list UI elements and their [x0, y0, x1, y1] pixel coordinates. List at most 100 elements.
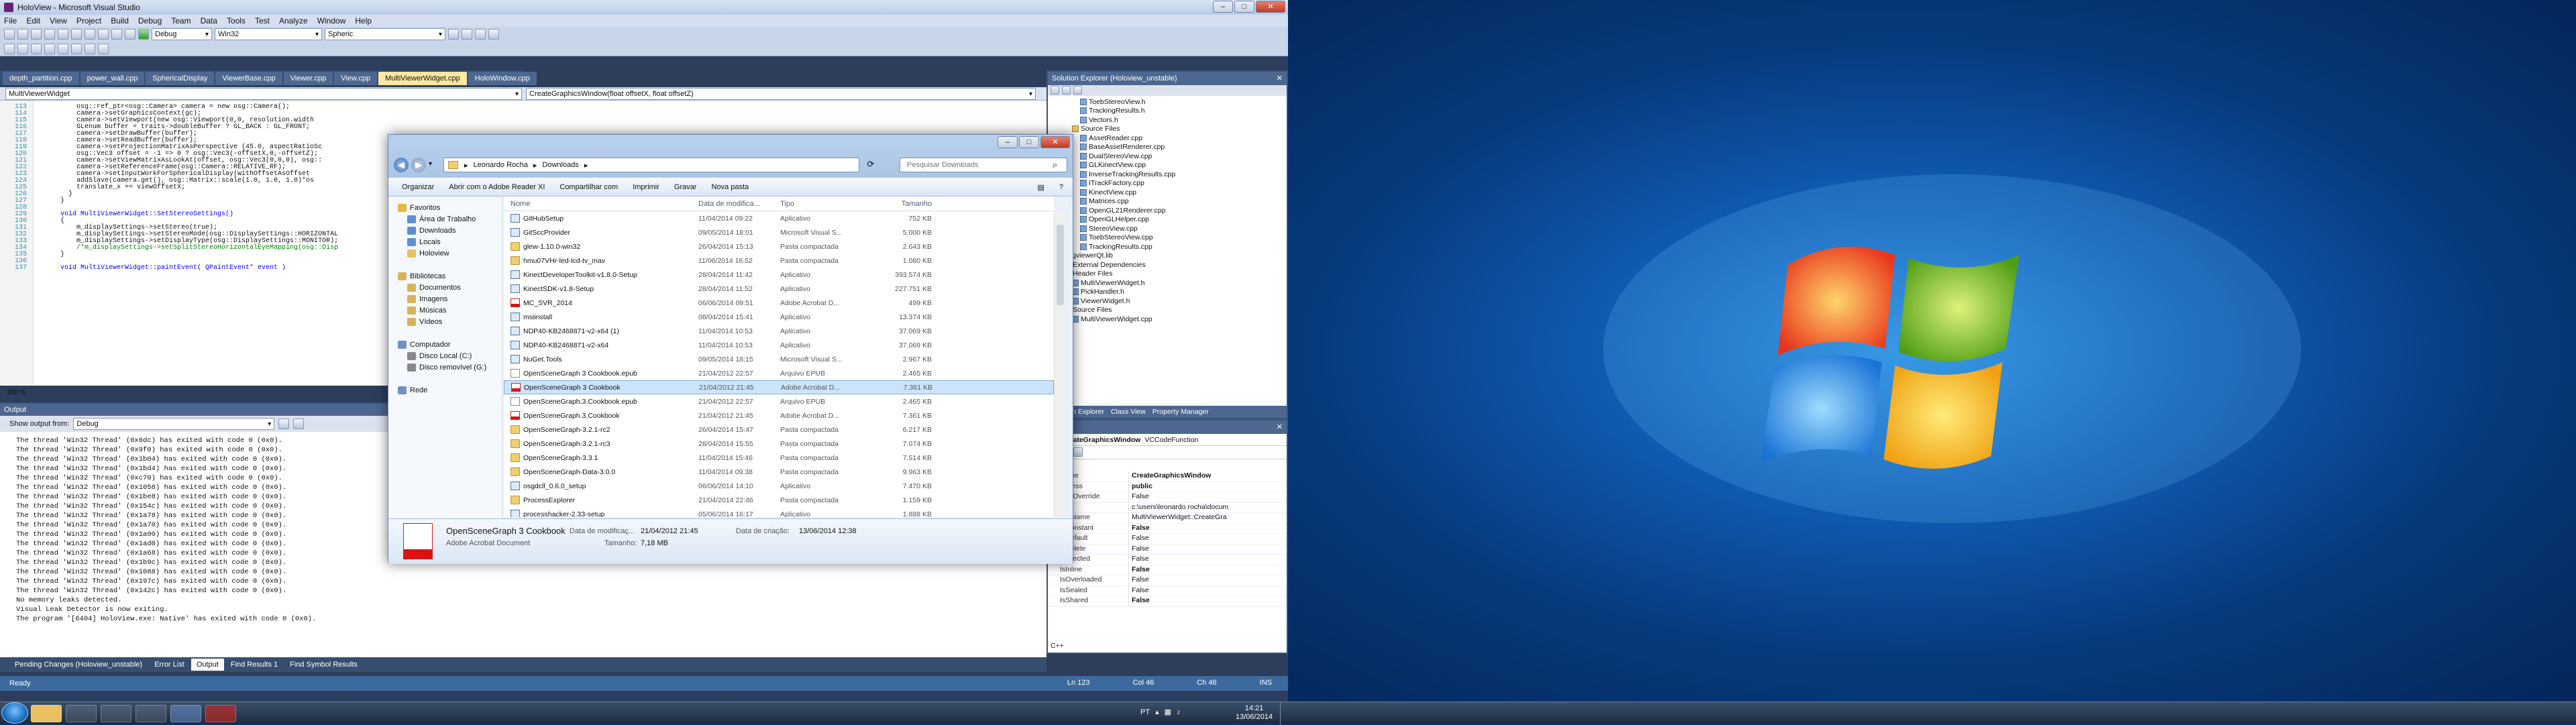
new-project-icon[interactable]	[4, 29, 15, 40]
column-header[interactable]: Tamanho	[873, 200, 932, 208]
command-abrir-com-o-adobe-reader-xi[interactable]: Abrir com o Adobe Reader XI	[449, 183, 545, 191]
file-row[interactable]: NuGet.Tools 09/05/2014 18:15 Microsoft Vis…	[504, 352, 1054, 366]
tree-item[interactable]: OpenGLHelper.cpp	[1048, 215, 1279, 225]
menu-item-debug[interactable]: Debug	[138, 16, 162, 25]
tree-item[interactable]: ToebStereoView.h	[1048, 97, 1279, 107]
refresh-icon[interactable]	[1073, 86, 1082, 95]
bottom-tab[interactable]: Error List	[149, 659, 190, 671]
maximize-button[interactable]: □	[1234, 1, 1254, 13]
back-button[interactable]: ◀	[394, 158, 409, 172]
nav-item[interactable]: Área de Trabalho	[407, 213, 476, 225]
property-row[interactable]: IsDeleteFalse	[1048, 544, 1287, 555]
breadcrumb-downloads[interactable]: Downloads	[542, 161, 578, 169]
menu-item-view[interactable]: View	[50, 16, 67, 25]
save-all-icon[interactable]	[58, 29, 68, 40]
nav-item[interactable]: Favoritos	[398, 202, 440, 214]
code-line[interactable]: void MultiViewerWidget::SetStereoSetting…	[60, 211, 233, 218]
nav-item[interactable]: Músicas	[407, 304, 446, 317]
menu-item-build[interactable]: Build	[111, 16, 129, 25]
refresh-icon[interactable]: ⟳	[863, 159, 878, 171]
class-navigation-select[interactable]: MultiViewerWidget	[5, 88, 522, 100]
output-text[interactable]: The thread 'Win32 Thread' (0x6dc) has ex…	[16, 436, 316, 624]
property-row[interactable]: IsSealed False	[1048, 585, 1287, 596]
nav-item[interactable]: Rede	[398, 384, 427, 396]
property-row[interactable]: IsShared False	[1048, 596, 1287, 607]
menu-item-test[interactable]: Test	[255, 16, 270, 25]
file-row[interactable]: NDP40-KB2468871-v2-x64 (1) 11/04/2014 10:…	[504, 324, 1054, 338]
property-row[interactable]: Filec:\users\leonardo rocha\docum	[1048, 502, 1287, 513]
visual-studio-taskbar-icon[interactable]	[170, 705, 201, 722]
solution-panel-tab[interactable]: Property Manager	[1152, 408, 1209, 416]
document-tab[interactable]: HoloWindow.cpp	[468, 72, 537, 85]
language-indicator[interactable]: PT	[1140, 708, 1150, 716]
paste-icon[interactable]	[98, 29, 109, 40]
property-value[interactable]: False	[1128, 585, 1287, 596]
command-gravar[interactable]: Gravar	[674, 183, 697, 191]
file-row[interactable]: osgdcll_0.6.0_setup 06/06/2014 14:10 Aplic…	[504, 479, 1054, 493]
editor-zoom[interactable]: 100 %	[7, 389, 25, 396]
menu-item-file[interactable]: File	[4, 16, 17, 25]
property-value[interactable]: c:\users\leonardo rocha\docum	[1128, 502, 1287, 512]
file-row[interactable]: ProcessExplorer 21/04/2014 22:46 Pasta com…	[504, 493, 1054, 507]
member-navigation-select[interactable]: CreateGraphicsWindow(float offsetX, floa…	[526, 88, 1036, 100]
tree-item[interactable]: GLKinectView.cpp	[1048, 161, 1279, 170]
column-header[interactable]: Tipo	[780, 200, 873, 208]
nav-item[interactable]: Locais	[407, 236, 441, 248]
tree-item[interactable]: ToebStereoView.cpp	[1048, 233, 1279, 243]
file-row[interactable]: msiinstall 08/04/2014 15:41 Aplicativo 13.3…	[504, 310, 1054, 324]
tree-item[interactable]: ViewerWidget.h	[1048, 296, 1279, 306]
tree-item[interactable]: DualStereoView.cpp	[1048, 152, 1279, 161]
nav-item[interactable]: Documentos	[407, 282, 461, 294]
bookmark-icon[interactable]	[58, 44, 68, 54]
tree-item[interactable]: Source Files	[1048, 306, 1279, 315]
solution-config-select[interactable]: Debug	[152, 28, 212, 40]
document-tab[interactable]: depth_partition.cpp	[3, 72, 79, 85]
close-button[interactable]: ✕	[1256, 1, 1285, 13]
property-value[interactable]: False	[1128, 523, 1287, 533]
add-item-icon[interactable]	[17, 29, 28, 40]
show-desktop-button[interactable]	[1280, 702, 1288, 725]
code-line[interactable]: }	[60, 197, 64, 205]
network-icon[interactable]: ▦	[1165, 708, 1171, 716]
media-player-taskbar-icon[interactable]	[66, 705, 97, 722]
tree-item[interactable]: TrackingResults.cpp	[1048, 242, 1279, 252]
nav-item[interactable]: Imagens	[407, 293, 447, 305]
property-value[interactable]: False	[1128, 534, 1287, 544]
property-row[interactable]: FullName MultiViewerWidget::CreateGra	[1048, 513, 1287, 524]
code-line[interactable]: /*m_displaySettings->setSplitStereoHoriz…	[60, 244, 338, 252]
properties-icon[interactable]	[475, 29, 486, 40]
file-row[interactable]: GitSccProvider 09/05/2014 18:01 Microsoft …	[504, 225, 1054, 239]
open-file-icon[interactable]	[31, 29, 42, 40]
tree-item[interactable]: InverseTrackingResults.cpp	[1048, 170, 1279, 179]
copy-icon[interactable]	[85, 29, 95, 40]
tray-expand-icon[interactable]: ▴	[1155, 708, 1159, 716]
property-value[interactable]: MultiViewerWidget::CreateGra	[1128, 513, 1287, 523]
tree-item[interactable]: Matrices.cpp	[1048, 197, 1279, 207]
bottom-tab[interactable]: Find Results 1	[225, 659, 283, 671]
alphabetical-icon[interactable]	[1073, 447, 1083, 457]
file-row[interactable]: MC_SVR_2014 06/06/2014 09:51 Adobe Acrobat…	[504, 296, 1054, 310]
nav-item[interactable]: Computador	[398, 339, 451, 351]
code-line[interactable]: void MultiViewerWidget::paintEvent( QPai…	[60, 264, 286, 272]
file-row[interactable]: OpenSceneGraph.3.Cookbook.epub 21/04/2012…	[504, 394, 1054, 408]
find-in-files-icon[interactable]	[448, 29, 459, 40]
tree-item[interactable]: osgviewerQt.lib	[1048, 252, 1279, 261]
bottom-tab[interactable]: Pending Changes (Holoview_unstable)	[9, 659, 148, 671]
solution-panel-tab[interactable]: Class View	[1111, 408, 1146, 416]
property-row[interactable]: IsInjected False	[1048, 555, 1287, 565]
property-row[interactable]: CanOverride False	[1048, 492, 1287, 503]
property-row[interactable]: IsDefault False	[1048, 534, 1287, 545]
find-combo[interactable]: Spheric	[325, 28, 445, 40]
nav-item[interactable]: Disco removível (G:)	[407, 361, 486, 374]
acrobat-taskbar-icon[interactable]	[205, 705, 236, 722]
uncomment-icon[interactable]	[17, 44, 28, 54]
property-value[interactable]: public	[1128, 482, 1287, 492]
prev-bookmark-icon[interactable]	[71, 44, 82, 54]
volume-icon[interactable]: ♪	[1177, 708, 1181, 716]
document-tab[interactable]: MultiViewerWidget.cpp	[378, 72, 467, 85]
property-value[interactable]: False	[1128, 555, 1287, 565]
forward-button[interactable]: ▶	[411, 158, 426, 172]
file-row[interactable]: OpenSceneGraph 3 Cookbook.epub 21/04/2012…	[504, 366, 1054, 380]
property-row[interactable]: NameCreateGraphicsWindow	[1048, 471, 1287, 482]
maximize-button[interactable]: □	[1019, 136, 1039, 148]
